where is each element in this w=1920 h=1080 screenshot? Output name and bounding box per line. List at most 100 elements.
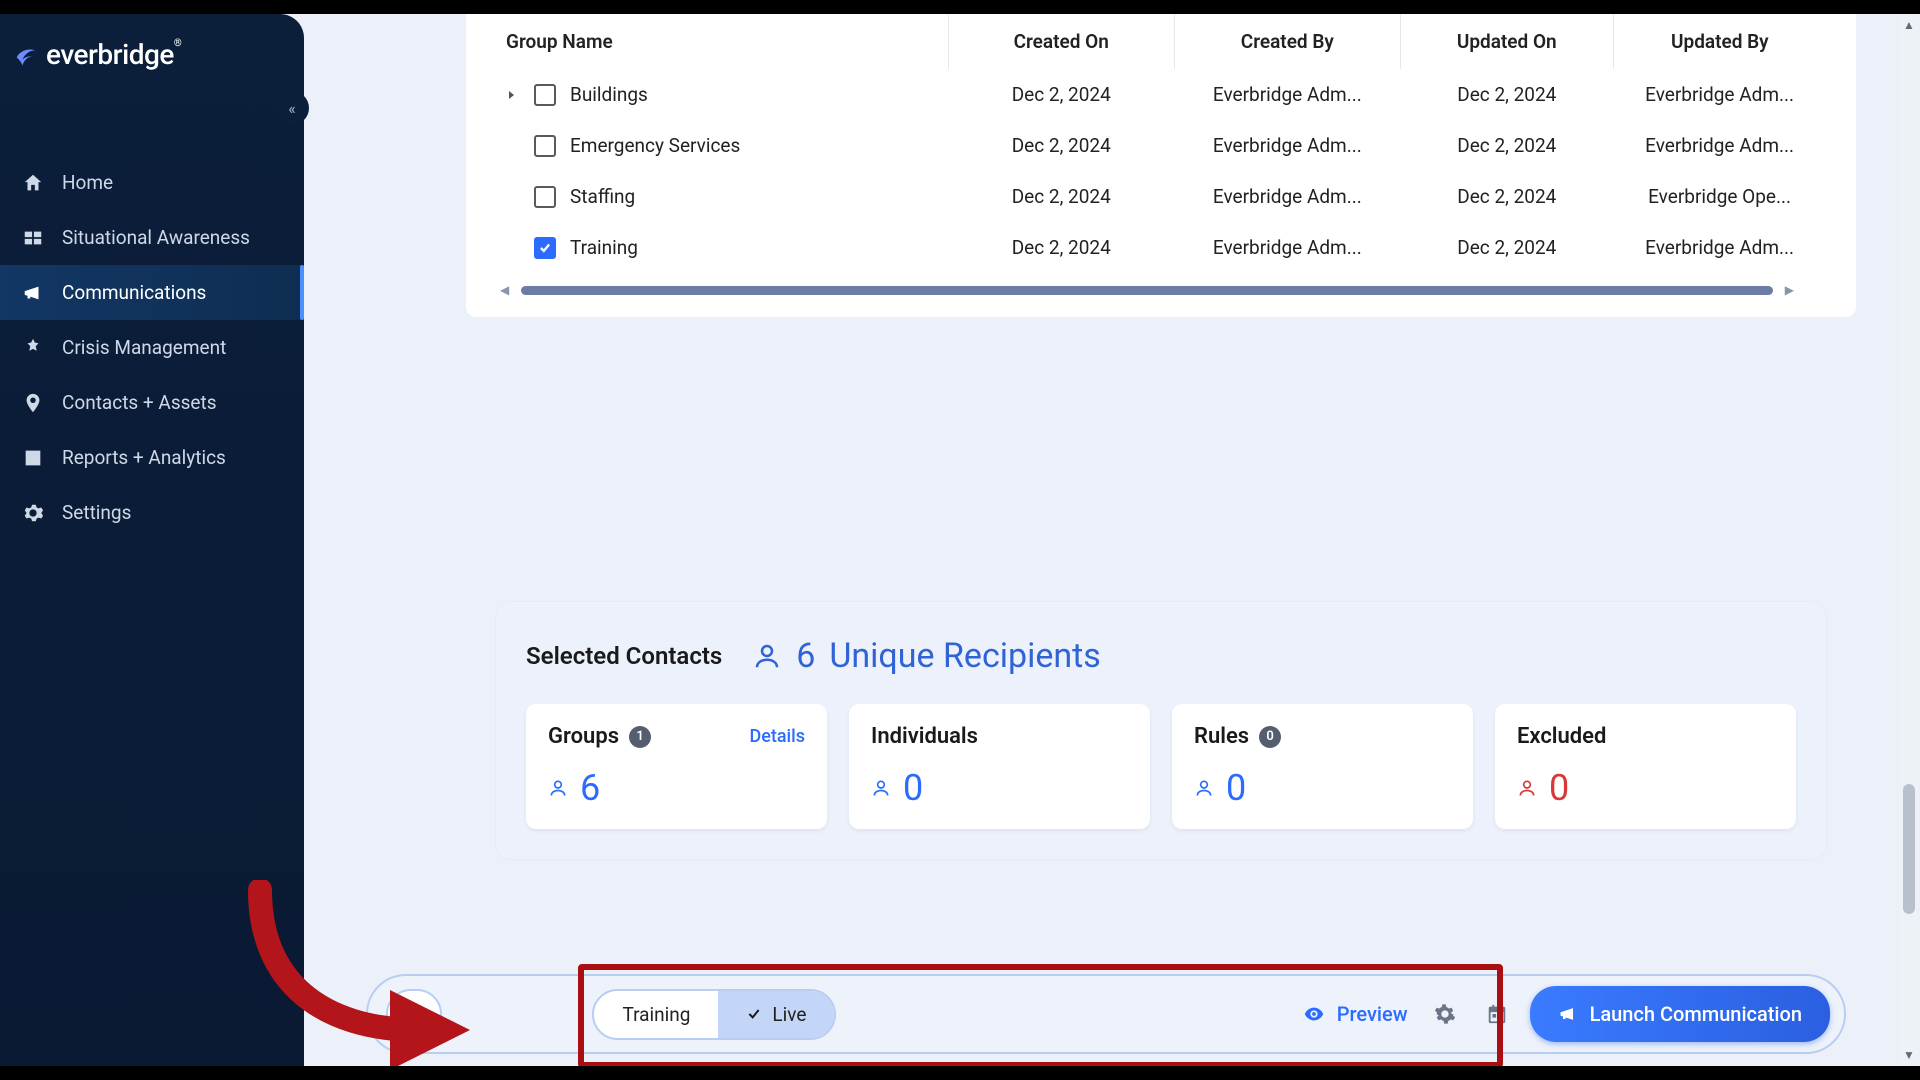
calendar-icon (1486, 1003, 1508, 1025)
individuals-value: 0 (871, 767, 1128, 809)
person-icon (1194, 778, 1214, 798)
cell-createdOn: Dec 2, 2024 (1012, 185, 1111, 208)
horizontal-scrollbar[interactable]: ◀ ▶ (496, 283, 1826, 297)
cell-updatedBy: Everbridge Adm... (1645, 134, 1794, 157)
megaphone-icon (1558, 1004, 1578, 1024)
sidebar-item-label: Crisis Management (62, 336, 226, 359)
table-row[interactable]: Emergency Services Dec 2, 2024 Everbridge … (496, 120, 1826, 171)
cell-createdOn: Dec 2, 2024 (1012, 236, 1111, 259)
preview-button[interactable]: Preview (1303, 1002, 1408, 1026)
recipients-count: 6 (796, 636, 815, 676)
sidebar-item-label: Reports + Analytics (62, 446, 226, 469)
sidebar-collapse-button[interactable]: « (275, 91, 309, 125)
sidebar: everbridge® « Home Situational Awareness… (0, 14, 304, 1066)
cell-createdBy: Everbridge Adm... (1213, 185, 1362, 208)
excluded-label: Excluded (1517, 724, 1606, 749)
individuals-card: Individuals 0 (849, 704, 1150, 829)
settings-icon-button[interactable] (1426, 995, 1464, 1033)
cell-updatedOn: Dec 2, 2024 (1457, 83, 1556, 106)
schedule-icon-button[interactable] (1478, 995, 1516, 1033)
row-checkbox[interactable] (534, 237, 556, 259)
launch-communication-button[interactable]: Launch Communication (1530, 986, 1830, 1042)
group-name: Staffing (570, 185, 635, 208)
cell-updatedBy: Everbridge Ope... (1648, 185, 1791, 208)
scroll-right-icon[interactable]: ▶ (1781, 283, 1798, 297)
person-icon (1517, 778, 1537, 798)
rules-card: Rules 0 0 (1172, 704, 1473, 829)
cell-updatedBy: Everbridge Adm... (1645, 236, 1794, 259)
gear-icon (1434, 1003, 1456, 1025)
pin-icon (22, 392, 44, 414)
sidebar-item-home[interactable]: Home (0, 155, 304, 210)
scroll-thumb[interactable] (1903, 784, 1915, 914)
situational-icon (22, 227, 44, 249)
sidebar-item-crisis[interactable]: Crisis Management (0, 320, 304, 375)
megaphone-icon (22, 282, 44, 304)
chart-icon (22, 447, 44, 469)
chevron-right-icon[interactable] (506, 90, 516, 100)
cell-updatedOn: Dec 2, 2024 (1457, 236, 1556, 259)
recipients-label: Unique Recipients (829, 636, 1101, 676)
col-updated-by[interactable]: Updated By (1613, 14, 1826, 69)
home-icon (22, 172, 44, 194)
sidebar-item-label: Contacts + Assets (62, 391, 217, 414)
individuals-label: Individuals (871, 724, 978, 749)
sidebar-item-situational[interactable]: Situational Awareness (0, 210, 304, 265)
footer-bar: Training Live Preview Launch Communicati… (366, 974, 1846, 1054)
excluded-card: Excluded 0 (1495, 704, 1796, 829)
cell-createdBy: Everbridge Adm... (1213, 83, 1362, 106)
row-checkbox[interactable] (534, 186, 556, 208)
cell-updatedOn: Dec 2, 2024 (1457, 185, 1556, 208)
selected-contacts-panel: Selected Contacts 6 Unique Recipients Gr… (496, 602, 1826, 859)
table-row[interactable]: Training Dec 2, 2024 Everbridge Adm... Dec … (496, 222, 1826, 273)
scroll-up-icon[interactable]: ▲ (1900, 18, 1918, 32)
group-name: Emergency Services (570, 134, 740, 157)
sidebar-item-label: Communications (62, 281, 206, 304)
scroll-left-icon[interactable]: ◀ (496, 283, 513, 297)
eye-icon (1303, 1003, 1325, 1025)
brand-logo: everbridge® (0, 14, 304, 95)
selected-contacts-header: Selected Contacts 6 Unique Recipients (526, 636, 1796, 676)
excluded-value: 0 (1517, 767, 1774, 809)
scroll-down-icon[interactable]: ▼ (1900, 1048, 1918, 1062)
row-checkbox[interactable] (534, 135, 556, 157)
sidebar-item-settings[interactable]: Settings (0, 485, 304, 540)
groups-details-link[interactable]: Details (749, 726, 805, 747)
check-icon (746, 1006, 762, 1022)
nav: Home Situational Awareness Communication… (0, 155, 304, 540)
row-checkbox[interactable] (534, 84, 556, 106)
sidebar-item-contacts[interactable]: Contacts + Assets (0, 375, 304, 430)
groups-card: Groups 1 Details 6 (526, 704, 827, 829)
col-group-name[interactable]: Group Name (496, 14, 948, 69)
group-name: Training (570, 236, 638, 259)
groups-badge: 1 (629, 726, 651, 748)
brand-name: everbridge (46, 38, 174, 71)
vertical-scrollbar[interactable]: ▲ ▼ (1900, 14, 1918, 1066)
cell-updatedOn: Dec 2, 2024 (1457, 134, 1556, 157)
table-row[interactable]: Staffing Dec 2, 2024 Everbridge Adm... Dec … (496, 171, 1826, 222)
footer-left-button[interactable] (386, 989, 442, 1039)
sidebar-item-reports[interactable]: Reports + Analytics (0, 430, 304, 485)
cell-createdBy: Everbridge Adm... (1213, 236, 1362, 259)
registered-icon: ® (174, 38, 181, 49)
crisis-icon (22, 337, 44, 359)
sidebar-item-communications[interactable]: Communications (0, 265, 304, 320)
cell-createdOn: Dec 2, 2024 (1012, 134, 1111, 157)
cell-updatedBy: Everbridge Adm... (1645, 83, 1794, 106)
group-name: Buildings (570, 83, 648, 106)
mode-training[interactable]: Training (594, 991, 718, 1038)
mode-live[interactable]: Live (718, 991, 834, 1038)
sidebar-item-label: Home (62, 171, 113, 194)
col-created-by[interactable]: Created By (1174, 14, 1400, 69)
sidebar-item-label: Situational Awareness (62, 226, 250, 249)
col-updated-on[interactable]: Updated On (1400, 14, 1613, 69)
scroll-track[interactable] (521, 286, 1773, 295)
groups-table: Group Name Created On Created By Updated… (496, 14, 1826, 273)
col-created-on[interactable]: Created On (948, 14, 1174, 69)
rules-value: 0 (1194, 767, 1451, 809)
gear-icon (22, 502, 44, 524)
rules-label: Rules (1194, 724, 1249, 749)
cell-createdBy: Everbridge Adm... (1213, 134, 1362, 157)
table-row[interactable]: BuildingsDec 2, 2024Everbridge Adm...Dec… (496, 69, 1826, 120)
groups-table-card: Group Name Created On Created By Updated… (466, 14, 1856, 317)
